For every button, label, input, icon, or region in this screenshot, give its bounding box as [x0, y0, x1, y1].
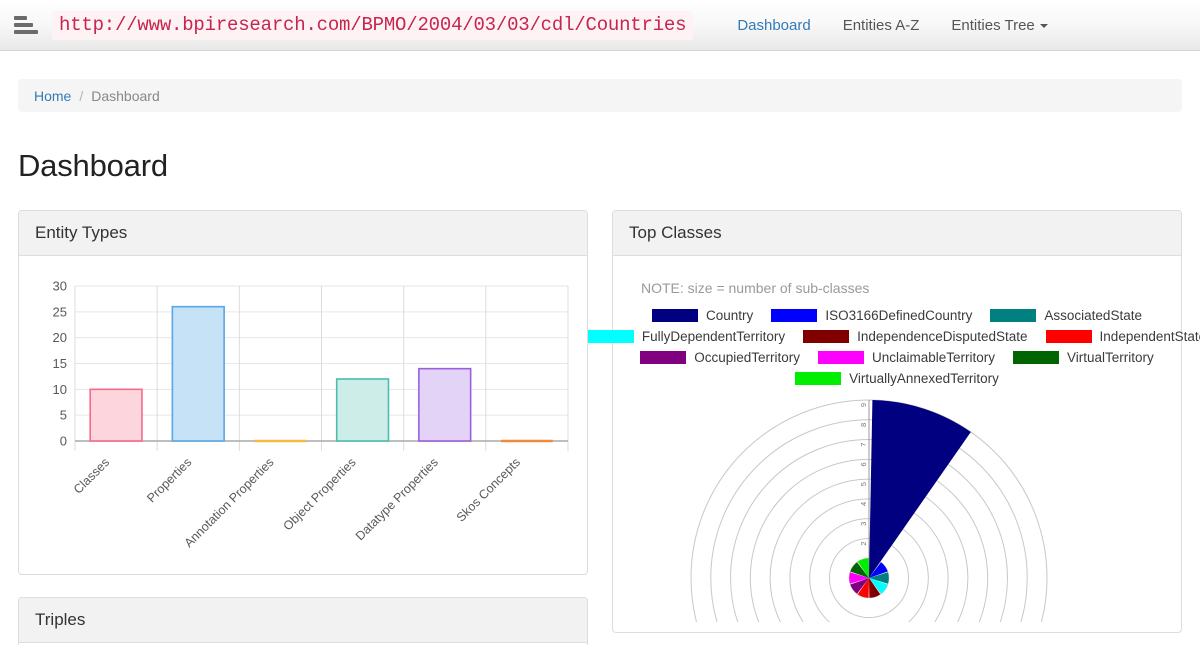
legend-swatch — [640, 351, 687, 364]
nav-link-dashboard[interactable]: Dashboard — [721, 0, 826, 51]
polar-r-tick-label: 2 — [859, 541, 868, 545]
top-classes-note: NOTE: size = number of sub-classes — [641, 280, 870, 296]
legend-label: ISO3166DefinedCountry — [825, 308, 973, 323]
bar-y-tick-label: 15 — [53, 356, 67, 371]
bar-rect[interactable] — [171, 305, 225, 442]
legend-item[interactable]: UnclaimableTerritory — [817, 350, 996, 365]
hamburger-icon[interactable] — [14, 14, 40, 36]
legend-swatch — [771, 309, 818, 322]
panel-top-classes-body: NOTE: size = number of sub-classes Count… — [587, 256, 1200, 632]
polar-r-tick-label: 5 — [859, 482, 868, 486]
right-column: Top Classes NOTE: size = number of sub-c… — [587, 210, 1200, 645]
bar-rect[interactable] — [335, 378, 390, 442]
legend-item[interactable]: IndependentState — [1045, 329, 1200, 344]
bar-x-tick-label: Classes — [71, 455, 112, 496]
top-navbar: http://www.bpiresearch.com/BPMO/2004/03/… — [0, 0, 1200, 51]
legend-item[interactable]: FullyDependentTerritory — [587, 329, 786, 344]
breadcrumb: Home / Dashboard — [18, 79, 1182, 112]
legend-label: FullyDependentTerritory — [641, 329, 786, 344]
legend-label: AssociatedState — [1044, 308, 1142, 323]
nav-link-entities-a-z[interactable]: Entities A-Z — [827, 0, 936, 51]
left-column: Entity Types 0 5 10 15 20 25 30 Classes Properti… — [18, 210, 588, 645]
bar-rect[interactable] — [418, 367, 472, 442]
legend-swatch — [587, 330, 634, 343]
legend-item[interactable]: ISO3166DefinedCountry — [771, 308, 972, 323]
panel-top-classes: Top Classes NOTE: size = number of sub-c… — [587, 210, 1200, 633]
bar-group — [418, 367, 472, 442]
panel-triples: Triples — [18, 597, 588, 645]
panel-top-classes-title: Top Classes — [613, 211, 1181, 256]
bar-group — [335, 378, 390, 442]
legend-item[interactable]: VirtuallyAnnexedTerritory — [795, 371, 999, 386]
page-container: Home / Dashboard Dashboard Entity Types … — [0, 79, 1200, 645]
legend-swatch — [795, 372, 842, 385]
legend-label: OccupiedTerritory — [694, 350, 800, 365]
legend-row: VirtuallyAnnexedTerritory — [629, 371, 1165, 386]
legend-item[interactable]: VirtualTerritory — [1013, 350, 1154, 365]
entity-types-bar-chart: 0 5 10 15 20 25 30 Classes Properties Annotation … — [35, 274, 571, 564]
legend-label: UnclaimableTerritory — [871, 350, 996, 365]
bar-y-tick-label: 30 — [53, 279, 67, 294]
legend-label: Country — [706, 308, 754, 323]
nav-links: Dashboard Entities A-Z Entities Tree — [721, 0, 1063, 51]
bar-chart-svg: 0 5 10 15 20 25 30 Classes PropertiesAnnotation … — [53, 279, 569, 550]
legend-swatch — [1045, 330, 1092, 343]
legend-row: FullyDependentTerritory IndependenceDispu… — [587, 329, 1200, 344]
hamburger-bar-1 — [14, 16, 27, 20]
panel-entity-types: Entity Types 0 5 10 15 20 25 30 Classes Properti… — [18, 210, 588, 575]
legend-row: Country ISO3166DefinedCountry AssociatedSt… — [629, 308, 1165, 323]
page-title: Dashboard — [18, 148, 168, 183]
breadcrumb-separator: / — [79, 87, 84, 104]
nav-link-entities-tree-label: Entities Tree — [951, 16, 1035, 34]
legend-swatch — [817, 351, 864, 364]
polar-chart-svg: 123456789 — [690, 399, 1048, 622]
polar-r-tick-label: 8 — [859, 423, 868, 427]
legend-swatch — [990, 309, 1037, 322]
legend-swatch — [1013, 351, 1060, 364]
bar-y-tick-label: 25 — [53, 304, 67, 319]
legend-swatch — [652, 309, 699, 322]
chevron-down-icon — [1039, 23, 1048, 28]
panel-triples-title: Triples — [19, 598, 587, 643]
legend-item[interactable]: AssociatedState — [990, 308, 1142, 323]
legend-label: VirtuallyAnnexedTerritory — [849, 371, 999, 386]
breadcrumb-current: Dashboard — [91, 87, 160, 104]
bar-x-tick-label: Annotation Properties — [182, 455, 277, 550]
hamburger-bar-2 — [14, 23, 33, 27]
legend-item[interactable]: Country — [652, 308, 753, 323]
polar-r-tick-label: 6 — [859, 462, 868, 466]
bar-x-tick-label: Datatype Properties — [353, 455, 441, 543]
bar-group — [171, 305, 225, 442]
top-classes-legend: Country ISO3166DefinedCountry AssociatedSt… — [587, 308, 1200, 386]
polar-wedge[interactable] — [869, 400, 971, 578]
polar-r-tick-label: 9 — [859, 403, 868, 407]
nav-link-entities-tree[interactable]: Entities Tree — [935, 0, 1063, 51]
ontology-uri: http://www.bpiresearch.com/BPMO/2004/03/… — [52, 10, 694, 40]
legend-item[interactable]: OccupiedTerritory — [640, 350, 800, 365]
legend-label: IndependenceDisputedState — [857, 329, 1028, 344]
bar-rect[interactable] — [89, 388, 143, 442]
bar-x-tick-label: Skos Concepts — [454, 455, 523, 524]
legend-swatch — [803, 330, 850, 343]
bar-x-tick-label: Object Properties — [281, 455, 359, 533]
hamburger-bar-3 — [14, 30, 38, 34]
bar-y-tick-label: 0 — [60, 434, 67, 449]
legend-item[interactable]: IndependenceDisputedState — [803, 329, 1028, 344]
dashboard-row: Entity Types 0 5 10 15 20 25 30 Classes Properti… — [18, 210, 1200, 645]
bar-y-tick-label: 10 — [53, 382, 67, 397]
bar-y-tick-label: 20 — [53, 330, 67, 345]
top-classes-polar-chart: 123456789 — [629, 392, 1165, 622]
bar-y-tick-label: 5 — [60, 408, 67, 423]
bar-x-tick-label: Properties — [144, 455, 194, 505]
legend-label: VirtualTerritory — [1067, 350, 1154, 365]
panel-entity-types-body: 0 5 10 15 20 25 30 Classes Properties Annotation … — [19, 256, 587, 574]
polar-r-tick-label: 7 — [859, 443, 868, 447]
polar-r-tick-label: 4 — [859, 502, 868, 506]
legend-row: OccupiedTerritory UnclaimableTerritory Vir… — [629, 350, 1165, 365]
panel-entity-types-title: Entity Types — [19, 211, 587, 256]
legend-label: IndependentState — [1099, 329, 1200, 344]
bar-group — [89, 388, 143, 442]
polar-r-tick-label: 3 — [859, 522, 868, 526]
breadcrumb-home[interactable]: Home — [34, 88, 71, 104]
